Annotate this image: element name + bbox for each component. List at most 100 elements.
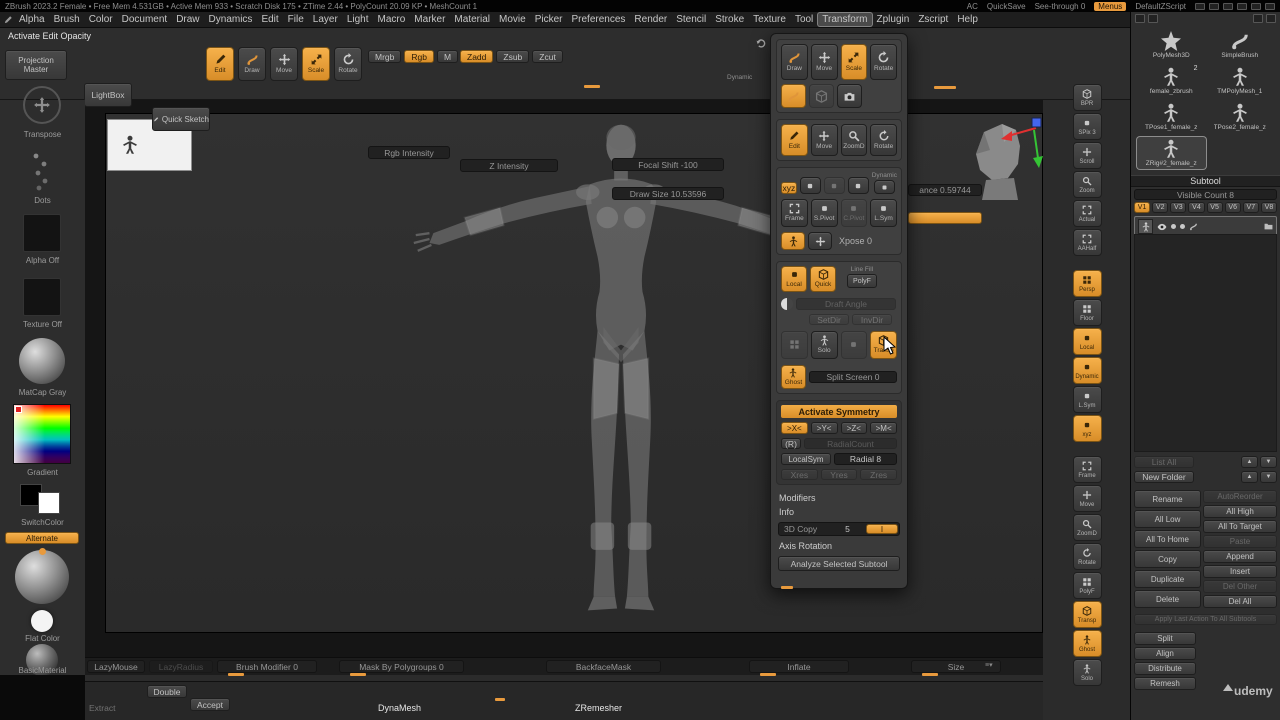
palette-gyro-button[interactable]: [809, 84, 834, 108]
palette-scale-button[interactable]: Scale: [840, 44, 868, 80]
copy-button[interactable]: Copy: [1134, 550, 1201, 568]
setdir-button[interactable]: SetDir: [809, 314, 849, 326]
viewport-zoomd-button[interactable]: ZoomD: [1072, 514, 1102, 541]
visible-count-slider[interactable]: Visible Count 8: [1134, 189, 1277, 200]
titlebar-menus[interactable]: Menus: [1094, 1, 1127, 11]
tool-tmpolymesh-1[interactable]: TMPolyMesh_1: [1206, 65, 1275, 97]
lazymouse-slider[interactable]: LazyMouse: [87, 660, 145, 673]
modifier-a-button[interactable]: [799, 177, 821, 195]
palette-move-button[interactable]: Move: [810, 124, 838, 156]
draw-size-slider[interactable]: Draw Size 10.53596: [612, 187, 724, 200]
info-section[interactable]: Info: [776, 505, 902, 519]
radial-toggle[interactable]: (R): [781, 438, 801, 450]
duplicate-button[interactable]: Duplicate: [1134, 570, 1201, 588]
palette-paint-brush-button[interactable]: [781, 84, 806, 108]
viewport-scroll-button[interactable]: Scroll: [1072, 142, 1102, 169]
subtool-tab-v3[interactable]: V3: [1170, 202, 1187, 213]
mode-edit-button[interactable]: Edit: [206, 47, 234, 81]
viewport-l-sym-button[interactable]: L.Sym: [1072, 386, 1102, 413]
viewport-floor-button[interactable]: Floor: [1072, 299, 1102, 326]
all-to-target-button[interactable]: All To Target: [1203, 520, 1277, 533]
brush-small-icon[interactable]: [1189, 222, 1198, 231]
all-to-home-button[interactable]: All To Home: [1134, 530, 1201, 548]
alpha-slot[interactable]: [23, 214, 61, 252]
del-other-button[interactable]: Del Other: [1203, 580, 1277, 593]
frame-button[interactable]: Frame: [781, 199, 808, 228]
sculpt-zsub-button[interactable]: Zsub: [496, 50, 530, 63]
window-icon[interactable]: [1209, 2, 1219, 10]
z-intensity-slider[interactable]: Z Intensity: [460, 159, 558, 172]
menu-marker[interactable]: Marker: [410, 13, 449, 26]
yres-button[interactable]: Yres: [820, 469, 858, 481]
sym-x-button[interactable]: >X<: [781, 422, 808, 435]
append-button[interactable]: Append: [1203, 550, 1277, 563]
pencil-icon[interactable]: [3, 15, 13, 25]
subtool-tab-v7[interactable]: V7: [1242, 202, 1259, 213]
new-folder-button[interactable]: New Folder: [1134, 471, 1194, 483]
quick-sketch-button[interactable]: Quick Sketch: [152, 107, 210, 131]
subtool-tab-v6[interactable]: V6: [1224, 202, 1241, 213]
subtool-section-header[interactable]: Subtool: [1131, 175, 1280, 187]
remesh-button[interactable]: Remesh: [1134, 677, 1196, 690]
sel-mode-button[interactable]: [781, 331, 808, 360]
menu-material[interactable]: Material: [450, 13, 494, 26]
all-high-button[interactable]: All High: [1203, 505, 1277, 518]
move-down-button[interactable]: ▼: [1260, 456, 1277, 468]
slider-options-icon[interactable]: ≡▾: [985, 661, 993, 669]
panel-icon[interactable]: [1148, 14, 1158, 23]
align-button[interactable]: Align: [1134, 647, 1196, 660]
accept-button[interactable]: Accept: [190, 698, 230, 711]
undo-icon[interactable]: [755, 38, 766, 49]
tool-tpose2-female[interactable]: TPose2_female_z: [1206, 101, 1275, 133]
invdir-button[interactable]: InvDir: [852, 314, 892, 326]
mode-move-button[interactable]: Move: [270, 47, 298, 81]
radial-count-slider[interactable]: RadialCount: [804, 438, 897, 450]
menu-macro[interactable]: Macro: [374, 13, 410, 26]
flat-color-sphere[interactable]: [31, 610, 53, 632]
mode-rotate-button[interactable]: Rotate: [334, 47, 362, 81]
viewport-dynamic-button[interactable]: Dynamic: [1072, 357, 1102, 384]
sym-z-button[interactable]: >Z<: [840, 422, 868, 435]
ghost-button[interactable]: Ghost: [781, 365, 806, 390]
sym-y-button[interactable]: >Y<: [810, 422, 838, 435]
window-icon[interactable]: [1251, 2, 1261, 10]
viewport-xyz-button[interactable]: xyz: [1072, 415, 1102, 442]
palette-rotate-button[interactable]: Rotate: [870, 44, 897, 80]
backfacemask-slider[interactable]: BackfaceMask: [546, 660, 661, 673]
menu-alpha[interactable]: Alpha: [15, 13, 49, 26]
palette-zoomd-button[interactable]: ZoomD: [840, 124, 868, 156]
mode-scale-button[interactable]: Scale: [302, 47, 330, 81]
menu-stroke[interactable]: Stroke: [711, 13, 748, 26]
palette-move-button[interactable]: Move: [810, 44, 838, 80]
viewport-polyf-button[interactable]: PolyF: [1072, 572, 1102, 599]
menu-zscript[interactable]: Zscript: [914, 13, 952, 26]
viewport-zoom-button[interactable]: Zoom: [1072, 171, 1102, 198]
menu-stencil[interactable]: Stencil: [672, 13, 710, 26]
folder-down-button[interactable]: ▼: [1260, 471, 1277, 483]
menu-layer[interactable]: Layer: [309, 13, 342, 26]
window-icon[interactable]: [1237, 2, 1247, 10]
sculpt-zcut-button[interactable]: Zcut: [532, 50, 563, 63]
insert-button[interactable]: Insert: [1203, 565, 1277, 578]
panel-icon[interactable]: [1135, 14, 1145, 23]
autoreorder-button[interactable]: AutoReorder: [1203, 490, 1277, 503]
menu-transform[interactable]: Transform: [818, 13, 872, 26]
xyz-button[interactable]: xyz: [781, 182, 797, 195]
panel-icon[interactable]: [1266, 14, 1276, 23]
mode-draw-button[interactable]: Draw: [238, 47, 266, 81]
menu-help[interactable]: Help: [953, 13, 982, 26]
paint-mrgb-button[interactable]: Mrgb: [368, 50, 402, 63]
window-icon[interactable]: [1223, 2, 1233, 10]
sym-m-button[interactable]: >M<: [870, 422, 897, 435]
palette-snapshot-camera-button[interactable]: [837, 84, 862, 108]
dots-stroke-tool[interactable]: [30, 152, 54, 192]
transpose-tool[interactable]: [23, 86, 61, 124]
window-icon[interactable]: [1195, 2, 1205, 10]
subtool-tab-v4[interactable]: V4: [1188, 202, 1205, 213]
menu-edit[interactable]: Edit: [257, 13, 282, 26]
matcap-sphere[interactable]: [19, 338, 65, 384]
tool-tpose1-female[interactable]: TPose1_female_z: [1137, 101, 1206, 133]
axis-rotation-section[interactable]: Axis Rotation: [776, 539, 902, 553]
menu-brush[interactable]: Brush: [50, 13, 84, 26]
modifiers-section[interactable]: Modifiers: [776, 491, 902, 505]
